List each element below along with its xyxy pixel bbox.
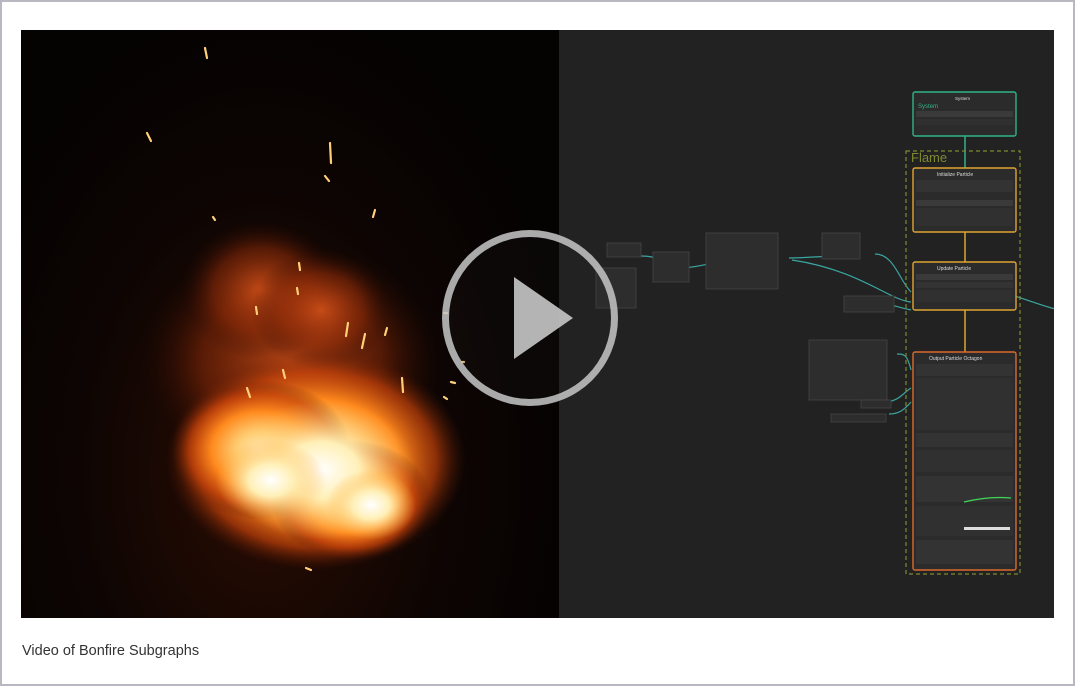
video-card: Flame System System Initialize Particle: [0, 0, 1075, 686]
operator-nodes[interactable]: [595, 232, 895, 423]
flame-context-label: Flame: [911, 150, 947, 165]
initialize-particle-title: Initialize Particle: [937, 172, 973, 178]
update-particle-title: Update Particle: [937, 266, 971, 272]
node-graph: Flame System System Initialize Particle: [595, 91, 1054, 575]
system-node-title: System: [955, 96, 970, 101]
output-particle-title: Output Particle Octagon: [929, 356, 983, 362]
play-icon: [514, 277, 573, 359]
video-caption: Video of Bonfire Subgraphs: [22, 643, 200, 659]
video-player[interactable]: Flame System System Initialize Particle: [21, 30, 1054, 618]
initialize-particle-node[interactable]: Initialize Particle: [912, 167, 1017, 233]
vfx-graph-editor: Flame System System Initialize Particle: [559, 30, 1054, 618]
update-particle-node[interactable]: Update Particle: [912, 261, 1017, 311]
system-node-label: System: [918, 104, 938, 110]
play-button[interactable]: [442, 230, 618, 406]
system-node[interactable]: System System: [912, 91, 1017, 137]
output-particle-octagon-node[interactable]: Output Particle Octagon: [912, 351, 1017, 571]
